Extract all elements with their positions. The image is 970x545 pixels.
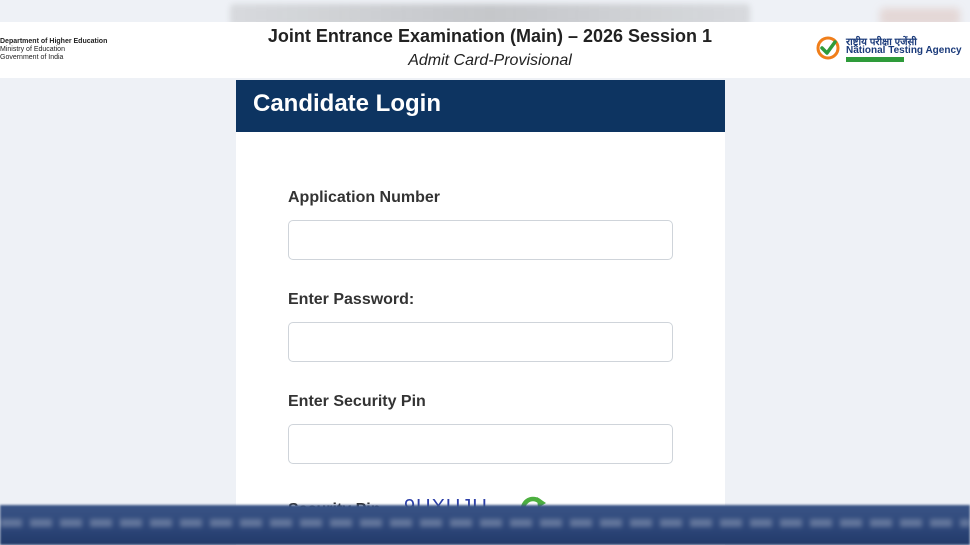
security-pin-input[interactable] — [288, 424, 673, 464]
password-label: Enter Password: — [288, 291, 415, 308]
password-input[interactable] — [288, 322, 673, 362]
ministry-line-ministry: Ministry of Education — [0, 46, 65, 53]
ministry-line-govt: Government of India — [0, 54, 64, 61]
page-subtitle: Admit Card-Provisional — [408, 52, 572, 69]
login-card: Candidate Login Application Number Enter… — [236, 80, 725, 545]
agency-name: National Testing Agency — [846, 45, 962, 56]
login-card-header: Candidate Login — [236, 80, 725, 132]
nta-brand: राष्ट्रीय परीक्षा एजेंसी National Testin… — [816, 34, 970, 62]
page-title: Joint Entrance Examination (Main) – 2026… — [267, 26, 713, 46]
page-header: Department of Higher Education Ministry … — [0, 22, 970, 78]
application-number-input[interactable] — [288, 220, 673, 260]
login-heading: Candidate Login — [253, 90, 441, 117]
security-pin-label: Enter Security Pin — [288, 393, 426, 410]
ministry-line-dept: Department of Higher Education — [0, 38, 108, 45]
application-number-label: Application Number — [288, 189, 441, 206]
background-footer-band — [0, 505, 970, 545]
nta-logo-icon — [816, 36, 840, 60]
agency-tagline-bar — [846, 57, 904, 62]
ministry-block: Department of Higher Education Ministry … — [0, 38, 107, 62]
